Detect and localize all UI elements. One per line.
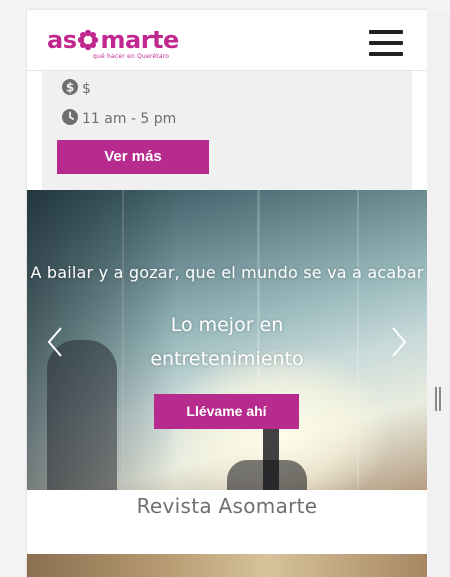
page-frame: $ $ 11 am - 5 pm Ver más as marte qué ha…: [27, 10, 427, 577]
hamburger-menu-icon[interactable]: [369, 28, 403, 58]
carousel-prev-button[interactable]: [43, 322, 67, 362]
price-value: $: [82, 81, 91, 97]
performer-silhouette: [47, 340, 117, 490]
time-value: 11 am - 5 pm: [82, 111, 177, 127]
time-row: 11 am - 5 pm: [62, 109, 176, 127]
section-title: Revista Asomarte: [136, 494, 318, 518]
dollar-circle-icon: $: [62, 79, 78, 95]
flower-icon: [78, 29, 99, 51]
chevron-right-icon: [392, 327, 407, 357]
slide-title: Lo mejor en entretenimiento: [150, 314, 304, 370]
price-row: $ $: [62, 79, 91, 97]
site-header: as marte qué hacer en Querétaro: [27, 10, 427, 71]
hero-carousel: A bailar y a gozar, que el mundo se va a…: [27, 190, 427, 490]
carousel-next-button[interactable]: [387, 322, 411, 362]
crowd-silhouette: [227, 460, 307, 490]
chevron-left-icon: [47, 327, 62, 357]
llevame-ahi-button[interactable]: Llévame ahí: [154, 394, 299, 429]
next-article-image[interactable]: [27, 554, 427, 577]
ver-mas-button[interactable]: Ver más: [57, 140, 209, 174]
logo-wordmark: as marte: [47, 26, 179, 54]
logo-tagline: qué hacer en Querétaro: [93, 53, 170, 60]
page-gutter: [427, 10, 450, 577]
svg-text:$: $: [66, 81, 74, 95]
resize-handle[interactable]: [435, 387, 441, 411]
clock-icon: [62, 109, 78, 125]
slide-subtitle: A bailar y a gozar, que el mundo se va a…: [30, 263, 424, 282]
